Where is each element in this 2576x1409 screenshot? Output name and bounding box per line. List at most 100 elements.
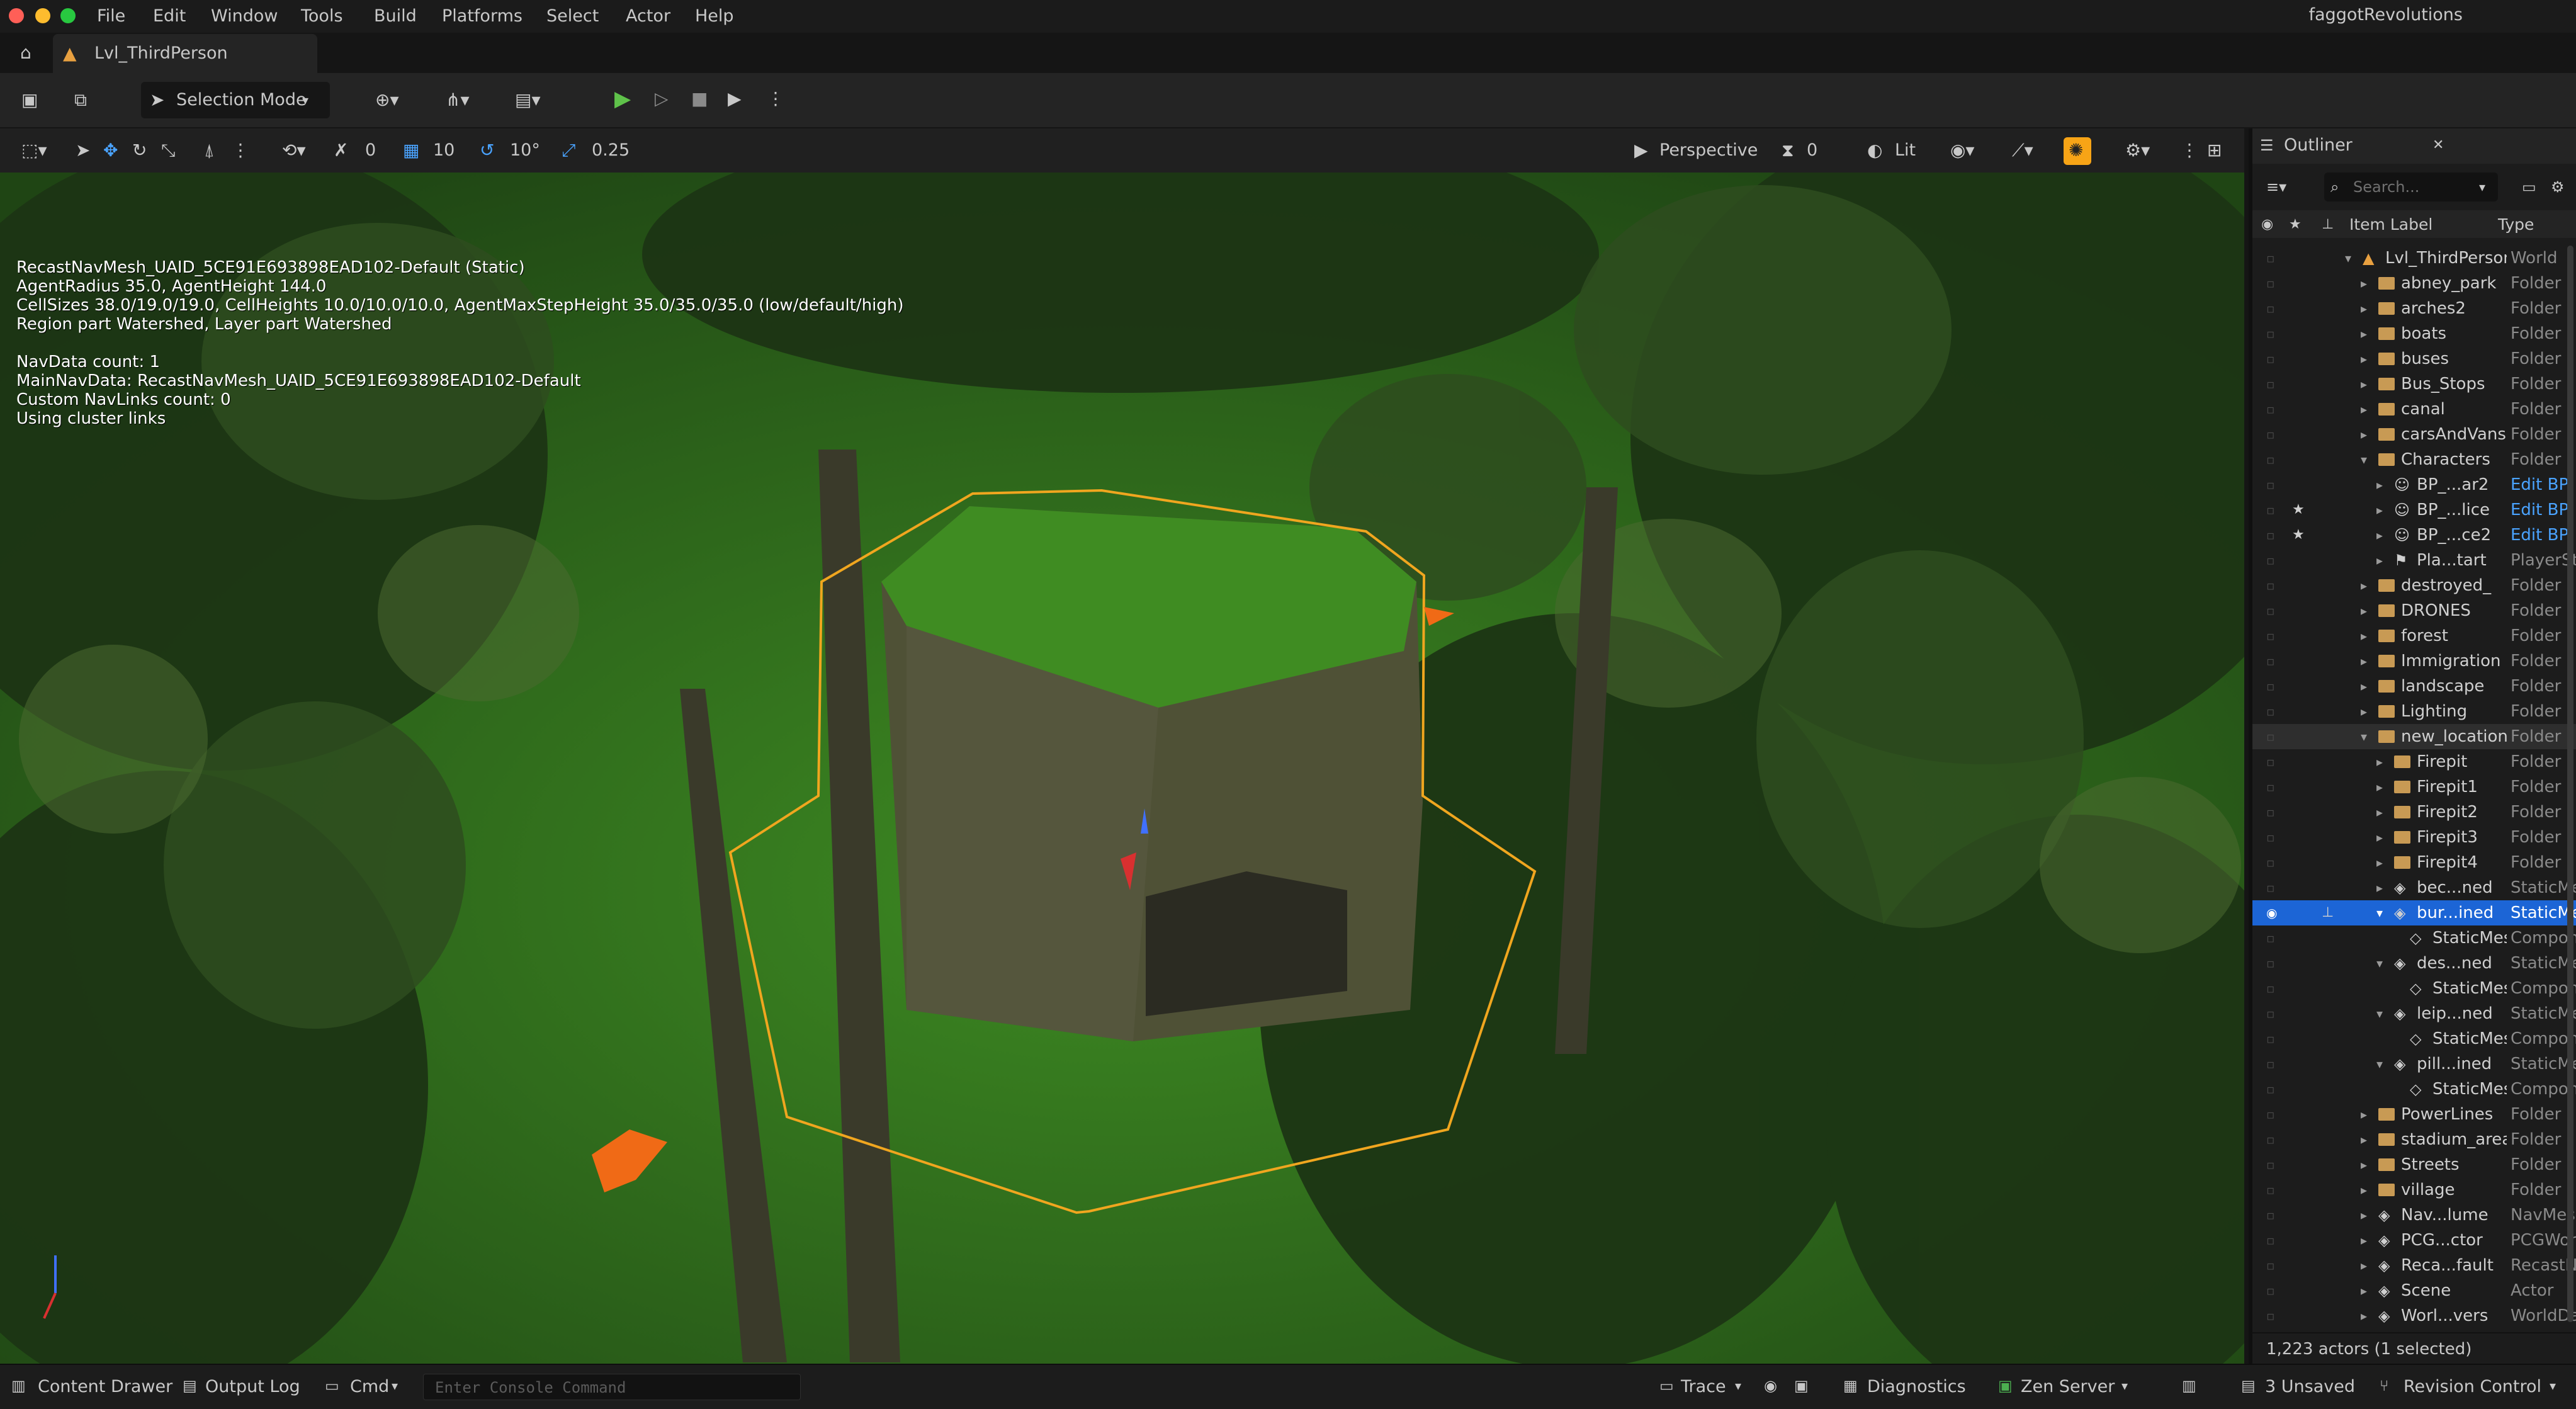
viewport-more-icon[interactable]: ⋮: [232, 141, 249, 160]
visibility-toggle-icon[interactable]: ▫: [2266, 1026, 2275, 1051]
collapse-arrow-icon[interactable]: ▾: [2376, 951, 2383, 976]
outliner-row[interactable]: ▫ ▸ ◈ bec...ned StaticMeshActor: [2252, 875, 2576, 900]
outliner-row[interactable]: ▫ ▸ landscape Folder: [2252, 674, 2576, 699]
menu-select[interactable]: Select: [546, 0, 599, 33]
close-window-button[interactable]: [9, 8, 24, 23]
outliner-row[interactable]: ▫ ▾ ◈ leip...ned StaticMeshActor: [2252, 1001, 2576, 1026]
star-icon[interactable]: ★: [2292, 523, 2305, 548]
expand-arrow-icon[interactable]: ▸: [2376, 548, 2383, 573]
expand-arrow-icon[interactable]: ▸: [2376, 850, 2383, 875]
outliner-row[interactable]: ▫ ▸ abney_park Folder: [2252, 271, 2576, 296]
expand-arrow-icon[interactable]: ▸: [2361, 422, 2367, 447]
outliner-row[interactable]: ▫ ◇ StaticMeshComponentComponent: [2252, 1026, 2576, 1051]
show-flags-icon[interactable]: ◉▾: [1950, 141, 1975, 160]
visibility-toggle-icon[interactable]: ▫: [2266, 271, 2275, 296]
collapse-arrow-icon[interactable]: ▾: [2376, 1051, 2383, 1077]
trace-dropdown[interactable]: Trace: [1681, 1376, 1726, 1398]
visibility-toggle-icon[interactable]: ▫: [2266, 774, 2275, 800]
scale-icon[interactable]: ⤡: [161, 141, 175, 160]
visibility-toggle-icon[interactable]: ▫: [2266, 422, 2275, 447]
visibility-toggle-icon[interactable]: ▫: [2266, 1177, 2275, 1202]
visibility-toggle-icon[interactable]: ▫: [2266, 1077, 2275, 1102]
visibility-toggle-icon[interactable]: ▫: [2266, 1001, 2275, 1026]
visibility-toggle-icon[interactable]: ▫: [2266, 1228, 2275, 1253]
play-icon[interactable]: ▶: [614, 88, 631, 110]
save-icon[interactable]: ▣: [21, 91, 38, 110]
menu-actor[interactable]: Actor: [626, 0, 670, 33]
outliner-row[interactable]: ▫ ◇ StaticMeshComponentComponent: [2252, 1077, 2576, 1102]
transform-icon[interactable]: ⍋: [204, 141, 215, 160]
visibility-toggle-icon[interactable]: ▫: [2266, 321, 2275, 346]
expand-arrow-icon[interactable]: ▸: [2376, 749, 2383, 774]
visibility-toggle-icon[interactable]: ▫: [2266, 1202, 2275, 1228]
pin-icon[interactable]: ⊥: [2322, 900, 2334, 925]
outliner-row[interactable]: ▫ ▸ ◈ Reca...fault RecastNavMesh: [2252, 1253, 2576, 1278]
star-icon[interactable]: ★: [2289, 215, 2302, 234]
collapse-arrow-icon[interactable]: ▾: [2361, 447, 2367, 472]
visibility-toggle-icon[interactable]: ▫: [2266, 623, 2275, 648]
visibility-toggle-icon[interactable]: ▫: [2266, 749, 2275, 774]
outliner-row[interactable]: ▫ ▸ ◈ Worl...vers WorldDataLayers: [2252, 1303, 2576, 1328]
search-input[interactable]: Search...: [2353, 178, 2419, 196]
view-mode-dropdown[interactable]: Lit: [1895, 141, 1916, 160]
stop-icon[interactable]: ■: [691, 89, 708, 108]
visibility-toggle-icon[interactable]: ▫: [2266, 523, 2275, 548]
add-folder-icon[interactable]: ▭: [2522, 178, 2536, 196]
visibility-toggle-icon[interactable]: ▫: [2266, 1253, 2275, 1278]
visibility-toggle-icon[interactable]: ▫: [2266, 951, 2275, 976]
expand-arrow-icon[interactable]: ▸: [2361, 321, 2367, 346]
outliner-row[interactable]: ▫ ▸ Firepit3 Folder: [2252, 825, 2576, 850]
filter-icon[interactable]: ≡▾: [2266, 178, 2286, 196]
coordinate-space-icon[interactable]: ⟲▾: [282, 141, 306, 160]
expand-arrow-icon[interactable]: ▸: [2361, 296, 2367, 321]
viewport-options-icon[interactable]: ⋮: [2181, 141, 2198, 160]
menu-build[interactable]: Build: [374, 0, 417, 33]
expand-arrow-icon[interactable]: ▸: [2376, 523, 2383, 548]
arrow-icon[interactable]: ➤: [76, 141, 90, 160]
collapse-arrow-icon[interactable]: ▾: [2376, 900, 2383, 925]
angle-snap-value[interactable]: 10°: [510, 141, 540, 160]
visibility-toggle-icon[interactable]: ▫: [2266, 1303, 2275, 1328]
stats-icon[interactable]: ▥: [2182, 1376, 2196, 1395]
selection-mode-dropdown[interactable]: ➤ Selection Mode ▾: [141, 82, 330, 118]
expand-arrow-icon[interactable]: ▸: [2376, 800, 2383, 825]
record-icon[interactable]: ◉: [1764, 1376, 1777, 1395]
expand-arrow-icon[interactable]: ▸: [2361, 397, 2367, 422]
outliner-row[interactable]: ▫ ▸ ◈ Nav...lume NavMeshBoundsVolume: [2252, 1202, 2576, 1228]
star-icon[interactable]: ★: [2292, 497, 2305, 523]
outliner-row[interactable]: ▫ ▾ ◈ des...ned StaticMeshActor: [2252, 951, 2576, 976]
expand-arrow-icon[interactable]: ▸: [2376, 875, 2383, 900]
outliner-row[interactable]: ▫ ▸ arches2 Folder: [2252, 296, 2576, 321]
settings-icon[interactable]: ⚙: [2551, 178, 2565, 196]
outliner-item-type[interactable]: Edit BP: [2511, 472, 2576, 497]
outliner-row[interactable]: ▫ ▸ Firepit2 Folder: [2252, 800, 2576, 825]
outliner-row[interactable]: ▫ ▸ stadium_area Folder: [2252, 1127, 2576, 1152]
perspective-dropdown[interactable]: Perspective: [1659, 141, 1758, 160]
outliner-row[interactable]: ▫ ▸ forest Folder: [2252, 623, 2576, 648]
outliner-row[interactable]: ▫ ▸ DRONES Folder: [2252, 598, 2576, 623]
outliner-row[interactable]: ▫ ▸ canal Folder: [2252, 397, 2576, 422]
outliner-row[interactable]: ▫ ▸ destroyed_ Folder: [2252, 573, 2576, 598]
visibility-toggle-icon[interactable]: ▫: [2266, 976, 2275, 1001]
close-icon[interactable]: ✕: [2432, 136, 2444, 155]
visibility-toggle-icon[interactable]: ▫: [2266, 371, 2275, 397]
outliner-row[interactable]: ▫ ▾ new_location Folder: [2252, 724, 2576, 749]
rotate-icon[interactable]: ↻: [132, 141, 147, 160]
angle-snap-icon[interactable]: ↺: [480, 141, 494, 160]
level-viewport[interactable]: RecastNavMesh_UAID_5CE91E693898EAD102-De…: [0, 173, 2244, 1364]
expand-arrow-icon[interactable]: ▸: [2361, 1127, 2367, 1152]
outliner-row[interactable]: ◉ ⊥ ▾ ◈ bur...ined StaticMeshActor: [2252, 900, 2576, 925]
scale-snap-value[interactable]: 0.25: [592, 141, 630, 160]
home-icon[interactable]: ⌂: [20, 43, 31, 62]
outliner-row[interactable]: ▫ ▸ ⚑ Pla...tart PlayerStart: [2252, 548, 2576, 573]
eject-icon[interactable]: ▶: [728, 89, 742, 108]
expand-arrow-icon[interactable]: ▸: [2361, 1253, 2367, 1278]
collapse-arrow-icon[interactable]: ▾: [2376, 1001, 2383, 1026]
visibility-toggle-icon[interactable]: ▫: [2266, 1051, 2275, 1077]
visibility-toggle-icon[interactable]: ▫: [2266, 346, 2275, 371]
visibility-toggle-icon[interactable]: ▫: [2266, 925, 2275, 951]
visibility-toggle-icon[interactable]: ◉: [2266, 900, 2277, 925]
tab-level[interactable]: ▲ Lvl_ThirdPerson: [53, 34, 317, 73]
surface-snap-icon[interactable]: ✗: [334, 141, 348, 160]
search-box[interactable]: ⌕ Search... ▾: [2324, 173, 2498, 201]
